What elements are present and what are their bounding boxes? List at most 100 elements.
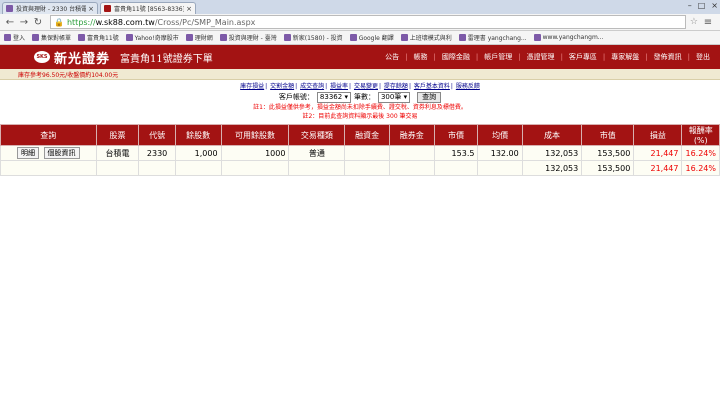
subnav-trade-query[interactable]: 成交查詢	[299, 83, 325, 90]
lock-icon: 🔒	[54, 17, 64, 27]
nav-item-account[interactable]: 帳務	[407, 52, 433, 62]
subnav-pl-rate[interactable]: 損益率	[329, 83, 349, 90]
forward-icon[interactable]: →	[18, 17, 30, 28]
note-1: 註1：此損益僅供參考，損益金額尚未扣除手續費、證交稅、資券利息及標借費。	[253, 104, 467, 111]
bookmark-favicon-icon	[185, 34, 193, 41]
bookmark-item[interactable]: 登入	[4, 33, 25, 42]
col-short: 融券金	[388, 124, 435, 146]
nav-item-cert-mgmt[interactable]: 憑證管理	[521, 52, 561, 62]
brand-tagline: 富貴角11號證券下單	[120, 53, 213, 65]
subnav-inventory-pl[interactable]: 庫存損益	[239, 83, 265, 90]
shares: 1,000	[174, 145, 222, 161]
logo-mark: SKS	[34, 51, 50, 63]
col-avg: 均價	[477, 124, 523, 146]
market-price: 153.5	[433, 145, 479, 161]
nav-item-account-mgmt[interactable]: 帳戶管理	[478, 52, 518, 62]
margin-amount	[344, 145, 390, 161]
stock-code: 2330	[138, 145, 176, 161]
tab-label: 富貴角11號 [8563-8336]	[114, 6, 185, 13]
subnav-feedback[interactable]: 服務反饋	[455, 83, 481, 90]
trade-type: 普通	[288, 145, 346, 161]
market-value: 153,500	[581, 145, 635, 161]
cost: 132,053	[521, 145, 583, 161]
subnav-balance[interactable]: 提存餘額	[383, 83, 409, 90]
back-icon[interactable]: ←	[4, 17, 16, 28]
close-tab-icon[interactable]: ×	[88, 5, 94, 13]
close-window-icon[interactable]: ×	[711, 1, 718, 10]
bookmark-favicon-icon	[78, 34, 86, 41]
bookmark-item[interactable]: 投資與理財 - 臺灣	[219, 33, 277, 42]
url-input[interactable]: 🔒 https://w.sk88.com.tw/Cross/Pc/SMP_Mai…	[50, 15, 686, 29]
query-button[interactable]: 查詢	[417, 91, 442, 103]
col-shares: 餘股數	[174, 124, 222, 146]
total-profit-loss: 21,447	[633, 160, 683, 176]
url-scheme: https://	[66, 17, 96, 27]
col-avail: 可用餘股數	[220, 124, 290, 146]
bookmark-favicon-icon	[125, 34, 133, 41]
count-select[interactable]: 300筆 ▾	[377, 91, 411, 103]
chevron-down-icon: ▾	[344, 93, 348, 101]
info-text: 庫存參考96.50元/收盤價約104.00元	[18, 71, 119, 79]
bookmark-item[interactable]: 理財網	[185, 33, 213, 42]
detail-button[interactable]: 明細	[17, 147, 39, 159]
profit-loss: 21,447	[633, 145, 683, 161]
site-banner: SKS 新光證券 富貴角11號證券下單 公告 | 帳務 | 國際金融 | 帳戶管理 | …	[0, 45, 720, 69]
bookmark-item[interactable]: www.yangchangm...	[533, 34, 604, 41]
col-cost: 成本	[521, 124, 583, 146]
nav-item-customer[interactable]: 客戶專區	[563, 52, 603, 62]
browser-tab-2[interactable]: 富貴角11號 [8563-8336] ×	[100, 2, 196, 14]
account-label: 客戶帳號：	[278, 93, 314, 101]
nav-item-publish[interactable]: 發佈資訊	[648, 52, 688, 62]
account-select[interactable]: 83362 ▾	[316, 91, 351, 103]
bookmark-item[interactable]: 集保對帳單	[32, 33, 71, 42]
close-tab-icon[interactable]: ×	[186, 5, 192, 13]
bookmark-item[interactable]: 富貴角11號	[78, 33, 119, 42]
url-host: w.sk88.com.tw	[95, 17, 155, 27]
menu-icon[interactable]: ≡	[702, 17, 714, 28]
browser-tab-1[interactable]: 投資與理財 - 2330 台積電... ×	[2, 2, 98, 14]
query-form: 客戶帳號： 83362 ▾ 筆數： 300筆 ▾ 查詢	[0, 91, 720, 103]
maximize-icon[interactable]: □	[698, 1, 706, 10]
stock-info-button[interactable]: 個股資訊	[43, 147, 80, 159]
minimize-icon[interactable]: –	[688, 1, 692, 10]
site-favicon-icon	[104, 5, 111, 12]
short-amount	[388, 145, 435, 161]
tab-label: 投資與理財 - 2330 台積電...	[16, 6, 87, 13]
nav-item-logout[interactable]: 登出	[690, 52, 716, 62]
query-cell: 明細 個股資訊	[0, 145, 97, 161]
brand-name: 新光證券	[54, 51, 111, 67]
note-2: 註2：目前此查詢資料顯示最後 300 筆交易	[302, 113, 418, 120]
reload-icon[interactable]: ↻	[32, 17, 44, 28]
subnav-customer-info[interactable]: 客戶基本資料	[413, 83, 451, 90]
bookmark-star-icon[interactable]: ☆	[690, 17, 698, 27]
site-logo[interactable]: SKS 新光證券 富貴角11號證券下單	[34, 48, 213, 67]
table-header-row: 查詢 股票 代號 餘股數 可用餘股數 交易種類 融資金 融券金 市價 均價 成本…	[0, 124, 720, 146]
subnav-settlement[interactable]: 交割金額	[269, 83, 295, 90]
col-pl: 損益	[633, 124, 683, 146]
info-strip: 庫存參考96.50元/收盤價約104.00元	[0, 69, 720, 80]
sub-nav: 庫存損益| 交割金額| 成交查詢| 損益率| 交易變更| 提存餘額| 客戶基本資…	[239, 83, 481, 90]
bookmark-item[interactable]: 新家(1580) - 投資	[283, 33, 343, 42]
nav-item-announcement[interactable]: 公告	[379, 52, 405, 62]
bookmark-item[interactable]: Google 翻譯	[349, 33, 394, 42]
col-query: 查詢	[0, 124, 97, 146]
bookmark-favicon-icon	[400, 34, 408, 41]
col-return: 報酬率(%)	[681, 124, 720, 146]
bookmark-item[interactable]: Yahoo!奇摩股市	[125, 33, 179, 42]
browser-tab-bar: 投資與理財 - 2330 台積電... × 富貴角11號 [8563-8336]…	[0, 0, 720, 14]
total-value: 153,500	[581, 160, 635, 176]
nav-item-expert[interactable]: 專家解盤	[605, 52, 645, 62]
col-margin: 融資金	[344, 124, 390, 146]
bookmark-favicon-icon	[283, 34, 291, 41]
bookmark-item[interactable]: 上班壞模式與利	[400, 33, 452, 42]
subnav-trade-change[interactable]: 交易變更	[353, 83, 379, 90]
bookmark-favicon-icon	[349, 34, 357, 41]
bookmark-favicon-icon	[32, 34, 40, 41]
bookmark-item[interactable]: 雷理書 yangchang...	[458, 33, 527, 42]
table-total-row: 132,053 153,500 21,447 16.24%	[0, 160, 720, 176]
apps-icon	[4, 34, 11, 41]
avg-price: 132.00	[477, 145, 523, 161]
col-value: 市值	[581, 124, 635, 146]
nav-item-intl-finance[interactable]: 國際金融	[436, 52, 476, 62]
total-return-rate: 16.24%	[681, 160, 720, 176]
